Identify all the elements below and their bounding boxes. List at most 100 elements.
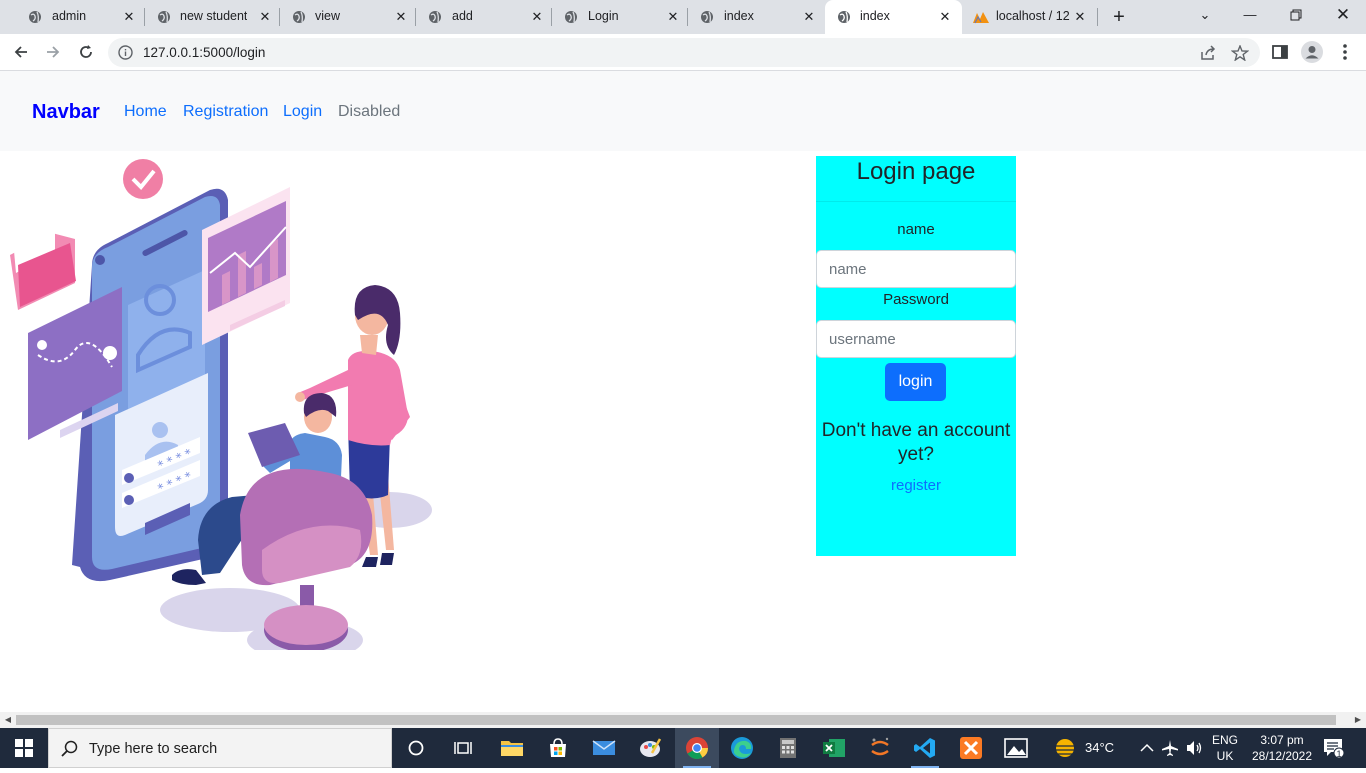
microsoft-store-button[interactable] bbox=[536, 728, 580, 768]
paint-button[interactable] bbox=[628, 728, 672, 768]
weather-temperature[interactable]: 34°C bbox=[1085, 740, 1114, 755]
forward-button[interactable] bbox=[41, 41, 65, 63]
close-tab-icon[interactable]: ✕ bbox=[530, 10, 544, 24]
jupyter-button[interactable] bbox=[858, 728, 902, 768]
calculator-button[interactable] bbox=[766, 728, 810, 768]
store-icon bbox=[550, 738, 566, 757]
taskbar-search-placeholder: Type here to search bbox=[89, 741, 218, 757]
file-explorer-button[interactable] bbox=[490, 728, 534, 768]
browser-tab[interactable]: index ✕ bbox=[688, 0, 824, 34]
url-text[interactable]: 127.0.0.1:5000/login bbox=[143, 45, 265, 60]
login-illustration: * * * * * * * * bbox=[10, 159, 432, 650]
card-divider bbox=[816, 201, 1016, 202]
close-tab-icon[interactable]: ✕ bbox=[258, 10, 272, 24]
horizontal-scrollbar[interactable]: ◀ ▶ bbox=[0, 712, 1366, 728]
address-bar[interactable]: 127.0.0.1:5000/login bbox=[108, 38, 1260, 67]
reload-icon bbox=[80, 45, 92, 58]
nav-link-home[interactable]: Home bbox=[124, 103, 167, 121]
taskbar-search-box[interactable]: Type here to search bbox=[48, 728, 392, 768]
volume-icon[interactable] bbox=[1186, 740, 1204, 756]
name-label: name bbox=[897, 221, 935, 238]
restore-button[interactable] bbox=[1284, 4, 1308, 26]
password-label: Password bbox=[883, 291, 949, 308]
login-button[interactable]: login bbox=[885, 363, 946, 401]
tab-title: new student bbox=[180, 9, 248, 23]
xampp-button[interactable] bbox=[949, 728, 993, 768]
vscode-button[interactable] bbox=[903, 728, 947, 768]
browser-tab[interactable]: view ✕ bbox=[280, 0, 416, 34]
chrome-button[interactable] bbox=[675, 728, 719, 768]
cortana-icon bbox=[408, 740, 424, 756]
restore-icon bbox=[1290, 9, 1302, 21]
globe-icon bbox=[701, 11, 713, 23]
close-tab-icon[interactable]: ✕ bbox=[666, 10, 680, 24]
web-page: Navbar Home Registration Login Disabled … bbox=[0, 71, 1366, 712]
photos-button[interactable] bbox=[994, 728, 1038, 768]
tab-title: add bbox=[452, 9, 473, 23]
region-indicator[interactable]: UK bbox=[1212, 749, 1238, 764]
browser-tab[interactable]: localhost / 12 ✕ bbox=[962, 0, 1098, 34]
mail-button[interactable] bbox=[582, 728, 626, 768]
share-icon[interactable] bbox=[1199, 45, 1217, 61]
profile-avatar-icon[interactable] bbox=[1301, 41, 1323, 63]
vscode-icon bbox=[914, 738, 935, 758]
browser-tab[interactable]: admin ✕ bbox=[8, 0, 145, 34]
navbar-brand[interactable]: Navbar bbox=[32, 101, 100, 124]
clock-date[interactable]: 28/12/2022 bbox=[1246, 749, 1318, 764]
close-tab-icon[interactable]: ✕ bbox=[938, 10, 952, 24]
site-info-icon[interactable] bbox=[118, 45, 133, 60]
site-navbar: Navbar Home Registration Login Disabled bbox=[0, 71, 1366, 151]
phpmyadmin-icon bbox=[973, 12, 989, 24]
tab-search-icon[interactable]: ⌄ bbox=[1193, 4, 1217, 26]
browser-tab[interactable]: add ✕ bbox=[416, 0, 552, 34]
jupyter-icon bbox=[871, 737, 889, 756]
scroll-right-arrow-icon[interactable]: ▶ bbox=[1353, 715, 1363, 725]
new-tab-button[interactable]: + bbox=[1108, 6, 1130, 28]
nav-link-registration[interactable]: Registration bbox=[183, 103, 268, 121]
globe-icon bbox=[293, 11, 305, 23]
folder-icon bbox=[501, 741, 523, 756]
bookmark-star-icon[interactable] bbox=[1231, 45, 1249, 61]
browser-tab-active[interactable]: index ✕ bbox=[825, 0, 962, 34]
start-button[interactable] bbox=[0, 728, 48, 768]
weather-icon[interactable] bbox=[1053, 737, 1079, 759]
clock-time[interactable]: 3:07 pm bbox=[1246, 733, 1318, 748]
show-hidden-icons-icon[interactable] bbox=[1140, 743, 1154, 753]
browser-tab[interactable]: Login ✕ bbox=[552, 0, 688, 34]
tab-title: Login bbox=[588, 9, 619, 23]
minimize-button[interactable]: — bbox=[1238, 4, 1262, 26]
close-tab-icon[interactable]: ✕ bbox=[122, 10, 136, 24]
xampp-icon bbox=[960, 737, 982, 759]
browser-tab[interactable]: new student ✕ bbox=[145, 0, 280, 34]
cortana-button[interactable] bbox=[394, 728, 438, 768]
tab-title: index bbox=[724, 9, 754, 23]
browser-tab-strip: admin ✕ new student ✕ view ✕ add ✕ Login… bbox=[0, 0, 1366, 34]
chrome-icon bbox=[686, 737, 708, 759]
login-title: Login page bbox=[856, 158, 976, 185]
browser-menu-icon[interactable] bbox=[1335, 42, 1355, 62]
airplane-mode-icon[interactable] bbox=[1161, 739, 1179, 757]
close-tab-icon[interactable]: ✕ bbox=[394, 10, 408, 24]
paint-palette-icon bbox=[640, 738, 662, 757]
language-indicator[interactable]: ENG bbox=[1212, 733, 1238, 748]
tab-title: index bbox=[860, 9, 890, 23]
reload-button[interactable] bbox=[74, 41, 98, 63]
edge-button[interactable] bbox=[720, 728, 764, 768]
nav-link-login[interactable]: Login bbox=[283, 103, 322, 121]
tab-title: admin bbox=[52, 9, 87, 23]
close-tab-icon[interactable]: ✕ bbox=[802, 10, 816, 24]
close-window-button[interactable]: ✕ bbox=[1331, 4, 1355, 26]
name-input[interactable] bbox=[816, 250, 1016, 288]
mail-icon bbox=[592, 740, 616, 755]
register-link[interactable]: register bbox=[816, 477, 1016, 494]
scrollbar-thumb[interactable] bbox=[16, 715, 1336, 725]
task-view-button[interactable] bbox=[441, 728, 485, 768]
close-tab-icon[interactable]: ✕ bbox=[1073, 10, 1087, 24]
task-view-icon bbox=[454, 742, 472, 754]
back-arrow-icon bbox=[14, 46, 27, 58]
password-input[interactable] bbox=[816, 320, 1016, 358]
excel-button[interactable] bbox=[812, 728, 856, 768]
back-button[interactable] bbox=[9, 41, 33, 63]
scroll-left-arrow-icon[interactable]: ◀ bbox=[3, 715, 13, 725]
side-panel-icon[interactable] bbox=[1270, 42, 1290, 62]
